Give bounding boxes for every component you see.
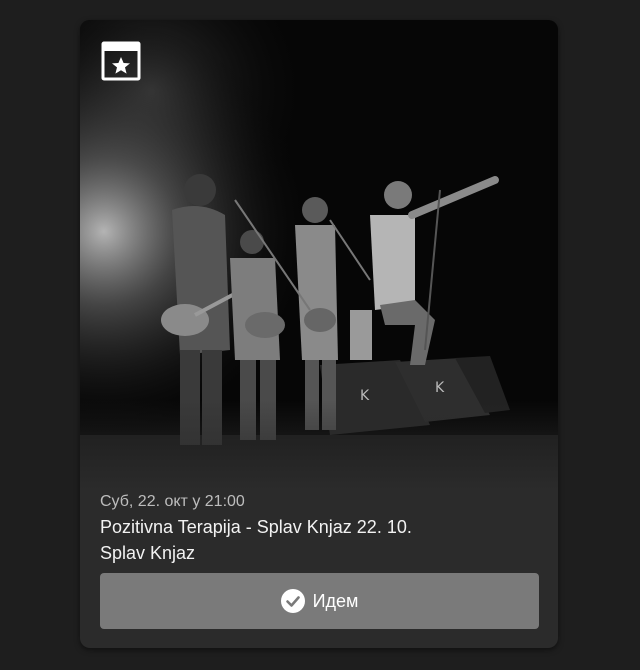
check-circle-icon [280, 589, 305, 613]
photo-fade [80, 400, 558, 490]
event-photo: K K [80, 20, 558, 490]
svg-text:K: K [435, 380, 445, 396]
event-date: Суб, 22. окт у 21:00 [100, 493, 245, 510]
calendar-star-icon [101, 41, 141, 81]
event-venue[interactable]: Splav Knjaz [100, 543, 195, 564]
going-button-label: Идем [312, 590, 359, 611]
event-card[interactable]: K K Суб, 22. окт у 21:00 Pozitivna Terap… [80, 20, 558, 648]
event-title[interactable]: Pozitivna Terapija - Splav Knjaz 22. 10. [100, 517, 412, 538]
going-button[interactable]: Идем [100, 573, 539, 629]
